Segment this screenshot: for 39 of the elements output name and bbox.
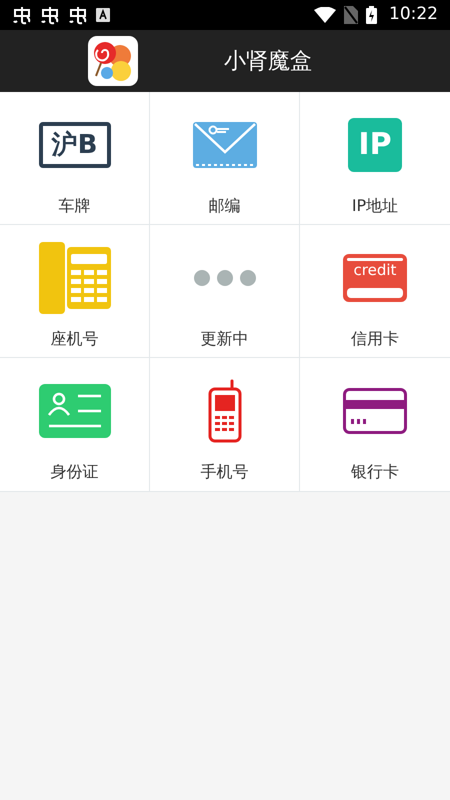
no-sim-icon	[344, 6, 358, 24]
tile-label: 手机号	[200, 464, 248, 480]
notification-icon	[68, 5, 88, 25]
tile-label: 更新中	[200, 331, 248, 347]
function-tile[interactable]: 沪B 车牌	[0, 92, 150, 225]
function-tile[interactable]: 银行卡	[300, 358, 450, 491]
ellipsis-icon	[192, 269, 256, 287]
tile-label: 座机号	[50, 331, 98, 347]
function-tile[interactable]: 身份证	[0, 358, 150, 491]
function-tile[interactable]: 手机号	[150, 358, 300, 491]
keyboard-icon	[96, 8, 110, 22]
tile-label: 车牌	[58, 198, 90, 214]
app-title: 小肾魔盒	[224, 48, 312, 76]
function-tile[interactable]: credit 信用卡	[300, 225, 450, 358]
app-logo-icon	[88, 36, 138, 86]
battery-icon	[366, 6, 377, 24]
status-time: 10:22	[389, 3, 438, 26]
notification-icon	[12, 5, 32, 25]
wifi-icon	[314, 7, 336, 23]
notification-icon	[40, 5, 60, 25]
tile-label: 身份证	[50, 464, 98, 480]
credit-text: credit	[352, 263, 398, 278]
tile-label: IP地址	[352, 198, 398, 214]
tile-label: 信用卡	[351, 331, 399, 347]
function-tile[interactable]: 邮编	[150, 92, 300, 225]
id-card-icon	[38, 384, 110, 438]
tile-label: 银行卡	[351, 464, 399, 480]
tile-label: 邮编	[208, 198, 240, 214]
envelope-icon	[192, 122, 256, 168]
ip-text: IP	[358, 130, 392, 160]
card-stripe	[347, 258, 403, 261]
mobile-phone-icon	[208, 379, 242, 443]
bank-card-icon	[343, 388, 407, 434]
plate-text: 沪B	[52, 132, 98, 158]
function-tile[interactable]: IP IP地址	[300, 92, 450, 225]
card-stripe	[347, 288, 403, 298]
function-tile[interactable]: 更新中	[150, 225, 300, 358]
desk-phone-icon	[38, 242, 110, 314]
function-tile[interactable]: 座机号	[0, 225, 150, 358]
